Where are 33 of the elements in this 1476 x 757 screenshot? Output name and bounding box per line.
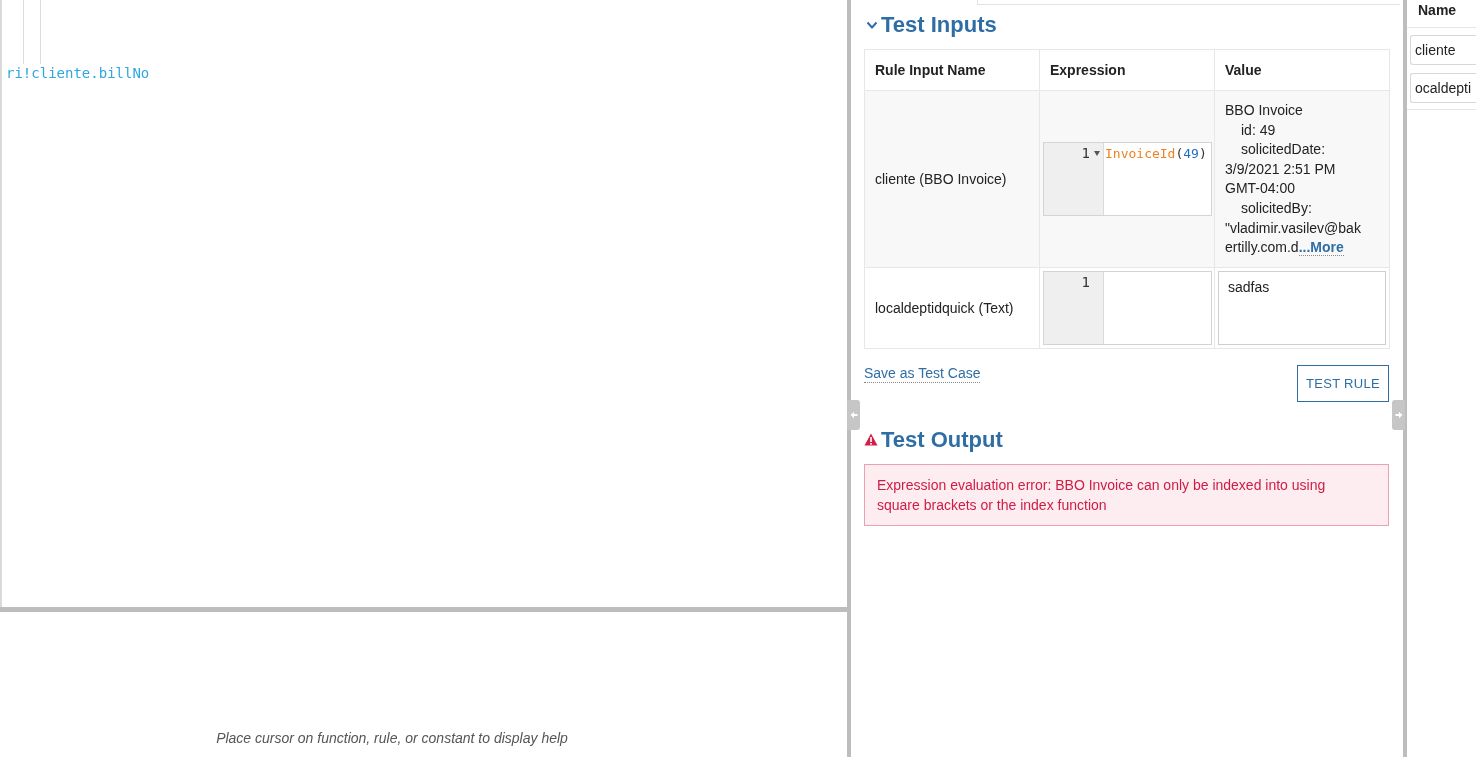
value-heading: BBO Invoice (1225, 101, 1304, 120)
line-number: 1 (1081, 273, 1090, 291)
arrow-left-icon (849, 411, 858, 419)
section-title: Test Output (881, 426, 1003, 453)
table-cell: localdeptidquick (Text) (864, 267, 1040, 349)
table-cell: cliente (BBO Invoice) (864, 90, 1040, 268)
column-header: Rule Input Name (864, 49, 1040, 91)
error-message: Expression evaluation error: BBO Invoice can only be indexed into using square brackets or the index function (864, 463, 1389, 526)
arrow-right-icon (1394, 411, 1403, 419)
collapse-handle[interactable] (1392, 400, 1405, 430)
warning-icon (864, 433, 878, 447)
column-header: Expression (1039, 49, 1215, 91)
help-text: Place cursor on function, rule, or constant to display help (216, 730, 568, 747)
value-field-text: solicitedBy: "vladimir.vasilev@bakertilly.com.d...More (1225, 198, 1362, 258)
indent-guide-lines (23, 0, 41, 64)
chevron-down-icon[interactable] (866, 20, 878, 30)
column-header: Name (1418, 2, 1457, 18)
save-test-case-link[interactable]: Save as Test Case (864, 364, 981, 383)
value-text-area[interactable]: sadfas (1218, 270, 1386, 345)
input-name-field[interactable]: cliente (1410, 35, 1476, 65)
code-line: ri!cliente.billNo (6, 65, 150, 82)
input-name-field[interactable]: ocaldepti (1410, 73, 1476, 103)
code-line: InvoiceId(49) (1104, 144, 1208, 163)
more-link[interactable]: ...More (1298, 239, 1344, 257)
expression-editor[interactable]: 1 InvoiceId(49) (1043, 141, 1212, 216)
expression-editor[interactable]: 1 (1043, 270, 1212, 345)
collapse-handle[interactable] (847, 400, 860, 430)
test-rule-button[interactable]: TEST RULE (1297, 364, 1389, 402)
section-title: Test Inputs (881, 12, 997, 38)
line-number: 1 (1081, 144, 1090, 162)
column-header: Value (1214, 49, 1390, 91)
caret-down-icon[interactable] (1094, 150, 1100, 156)
value-field-text: id: 49 (1240, 120, 1277, 140)
